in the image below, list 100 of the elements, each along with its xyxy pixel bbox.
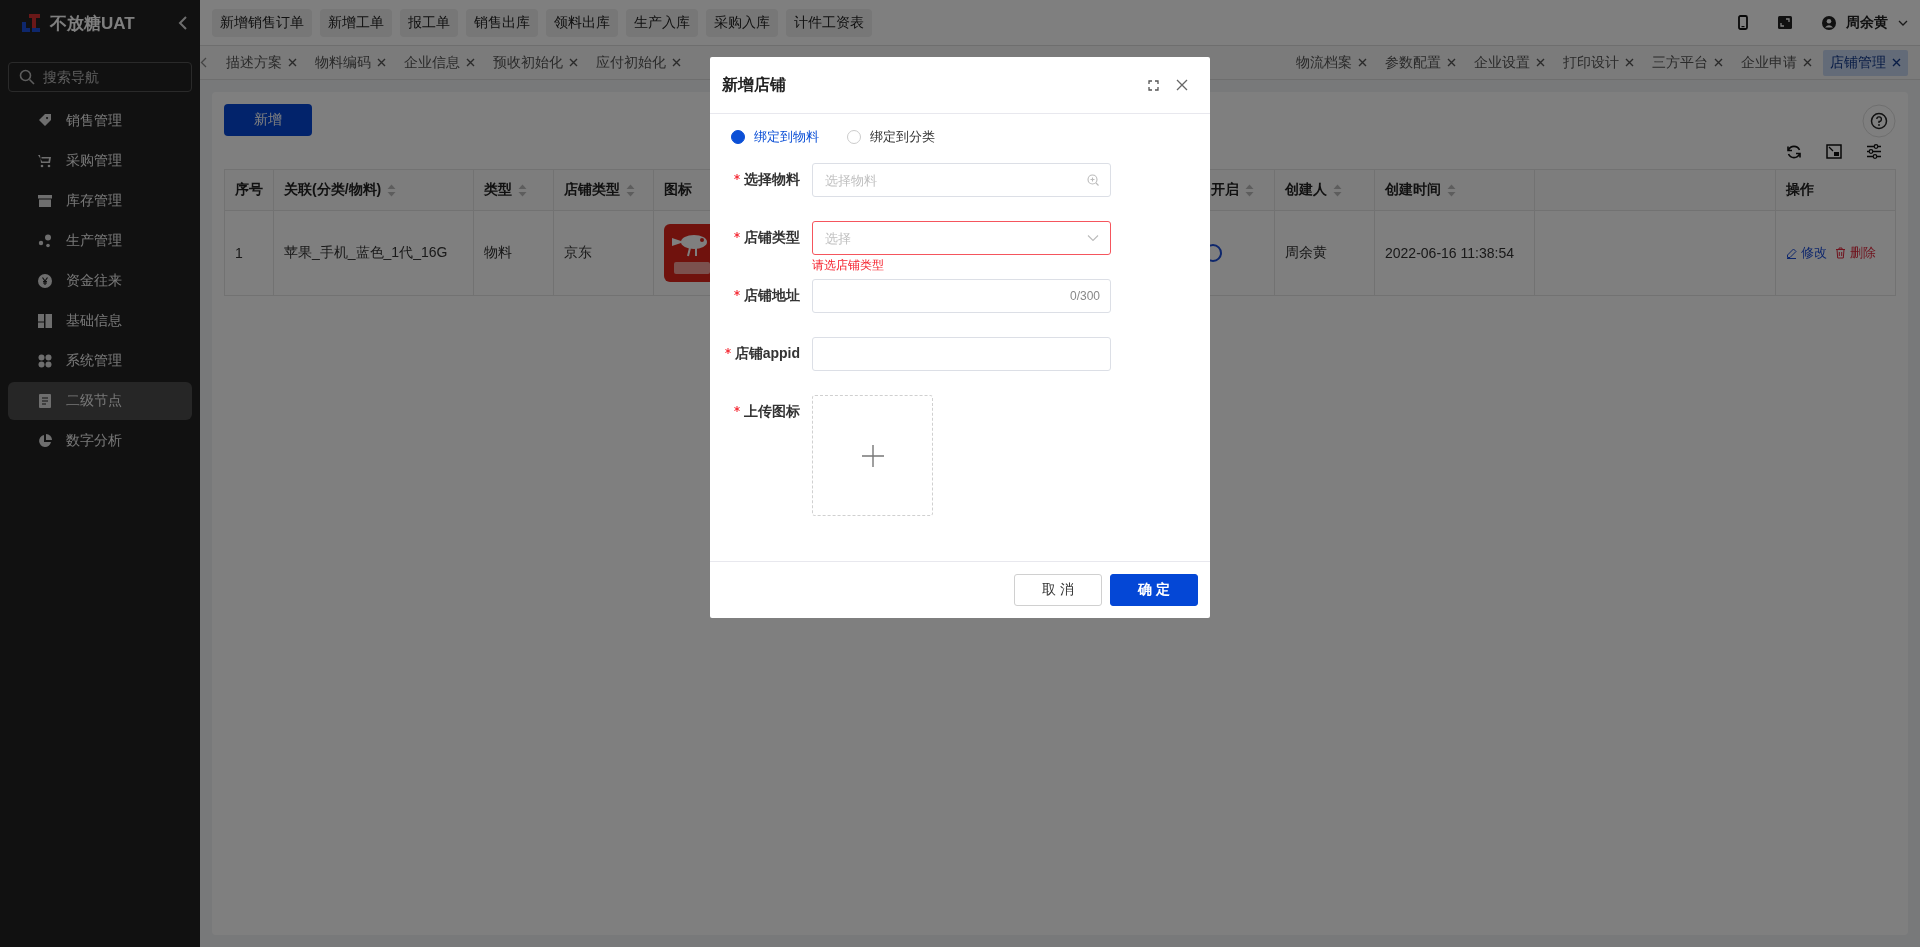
required-icon bbox=[734, 406, 740, 412]
close-icon[interactable] bbox=[288, 58, 297, 67]
phone-icon[interactable] bbox=[1738, 15, 1748, 30]
material-search-field[interactable]: 选择物料 bbox=[812, 163, 1111, 197]
menu-item[interactable]: 系统管理 bbox=[8, 342, 192, 380]
input-field[interactable] bbox=[812, 279, 1111, 313]
close-icon[interactable] bbox=[1536, 58, 1545, 67]
table-cell: 2022-06-16 11:38:54 bbox=[1385, 245, 1514, 261]
dots-icon bbox=[38, 234, 52, 248]
confirm-button[interactable]: 确 定 bbox=[1110, 574, 1198, 606]
tag-icon bbox=[38, 114, 52, 128]
close-icon[interactable] bbox=[1803, 58, 1812, 67]
chevron-down-icon bbox=[1087, 234, 1099, 242]
tab[interactable]: 三方平台 bbox=[1645, 49, 1730, 76]
help-icon[interactable] bbox=[1862, 104, 1896, 138]
user-name[interactable]: 周余黄 bbox=[1846, 13, 1888, 32]
caret-icon[interactable] bbox=[1898, 19, 1908, 26]
close-icon[interactable] bbox=[377, 58, 386, 67]
quick-action-button[interactable]: 销售出库 bbox=[466, 8, 538, 37]
close-icon[interactable] bbox=[1447, 58, 1456, 67]
tab[interactable]: 店铺管理 bbox=[1823, 49, 1908, 76]
cart-icon bbox=[38, 154, 52, 168]
logo-icon bbox=[20, 12, 42, 34]
radio-option[interactable]: 绑定到分类 bbox=[847, 128, 935, 146]
quick-action-button[interactable]: 新增销售订单 bbox=[212, 8, 312, 37]
menu-item[interactable]: 生产管理 bbox=[8, 222, 192, 260]
menu-item[interactable]: 基础信息 bbox=[8, 302, 192, 340]
pie-chart-icon bbox=[38, 434, 52, 448]
field-label: 选择物料 bbox=[744, 171, 800, 189]
column-header: 序号 bbox=[235, 181, 263, 199]
search-field[interactable]: 搜索导航 bbox=[8, 62, 192, 92]
column-header: 创建人 bbox=[1285, 181, 1327, 199]
grid-icon bbox=[38, 354, 52, 368]
tab[interactable]: 企业信息 bbox=[397, 49, 482, 76]
close-icon[interactable] bbox=[569, 58, 578, 67]
column-header: 开启 bbox=[1211, 181, 1239, 199]
column-header: 图标 bbox=[664, 181, 692, 199]
close-icon[interactable] bbox=[1625, 58, 1634, 67]
tab[interactable]: 应付初始化 bbox=[589, 49, 688, 76]
select-field[interactable]: 选择 bbox=[812, 221, 1111, 255]
close-icon[interactable] bbox=[1892, 58, 1901, 67]
tab[interactable]: 描述方案 bbox=[219, 49, 304, 76]
tab[interactable]: 参数配置 bbox=[1378, 49, 1463, 76]
user-avatar-icon[interactable] bbox=[1822, 15, 1836, 30]
menu-item[interactable]: 库存管理 bbox=[8, 182, 192, 220]
quick-action-button[interactable]: 生产入库 bbox=[626, 8, 698, 37]
tab[interactable]: 企业申请 bbox=[1734, 49, 1819, 76]
required-icon bbox=[724, 348, 731, 354]
archive-icon bbox=[38, 194, 52, 208]
quick-action-button[interactable]: 报工单 bbox=[400, 8, 458, 37]
input-field[interactable] bbox=[812, 337, 1111, 371]
add-button[interactable]: 新增 bbox=[224, 104, 312, 136]
quick-action-button[interactable]: 新增工单 bbox=[320, 8, 392, 37]
yen-icon bbox=[38, 274, 52, 288]
collapse-icon[interactable] bbox=[178, 16, 188, 30]
table-cell: 物料 bbox=[484, 244, 512, 262]
table-cell: 1 bbox=[235, 245, 243, 261]
field-label: 上传图标 bbox=[744, 403, 800, 421]
quick-action-button[interactable]: 计件工资表 bbox=[786, 8, 872, 37]
tab[interactable]: 物流档案 bbox=[1289, 49, 1374, 76]
menu-item[interactable]: 销售管理 bbox=[8, 102, 192, 140]
required-icon bbox=[734, 290, 740, 296]
scroll-left-icon[interactable] bbox=[200, 57, 207, 68]
close-icon[interactable] bbox=[1714, 58, 1723, 67]
tab[interactable]: 企业设置 bbox=[1467, 49, 1552, 76]
column-header: 类型 bbox=[484, 181, 512, 199]
column-header: 操作 bbox=[1786, 181, 1814, 199]
cancel-button[interactable]: 取 消 bbox=[1014, 574, 1102, 606]
sliders-icon[interactable] bbox=[1866, 144, 1882, 159]
refresh-icon[interactable] bbox=[1786, 144, 1802, 160]
tab[interactable]: 预收初始化 bbox=[486, 49, 585, 76]
table-cell: 京东 bbox=[564, 244, 592, 262]
edit-link[interactable]: 修改 bbox=[1786, 244, 1827, 262]
close-icon[interactable] bbox=[1358, 58, 1367, 67]
column-header: 店铺类型 bbox=[564, 181, 620, 199]
field-label: 店铺地址 bbox=[744, 287, 800, 305]
menu-item[interactable]: 资金往来 bbox=[8, 262, 192, 300]
screen-icon[interactable] bbox=[1778, 16, 1792, 29]
column-header: 创建时间 bbox=[1385, 181, 1441, 199]
quick-action-button[interactable]: 领料出库 bbox=[546, 8, 618, 37]
fullscreen-icon[interactable] bbox=[1148, 79, 1159, 91]
trash-icon bbox=[1835, 247, 1846, 259]
quick-action-button[interactable]: 采购入库 bbox=[706, 8, 778, 37]
radio-option[interactable]: 绑定到物料 bbox=[731, 128, 819, 146]
table-cell: 苹果_手机_蓝色_1代_16G bbox=[284, 244, 448, 262]
delete-link[interactable]: 删除 bbox=[1835, 244, 1876, 262]
image-icon[interactable] bbox=[1826, 144, 1842, 159]
close-icon[interactable] bbox=[466, 58, 475, 67]
pencil-icon bbox=[1786, 247, 1797, 259]
menu-item[interactable]: 采购管理 bbox=[8, 142, 192, 180]
search-icon bbox=[1087, 174, 1099, 186]
close-icon[interactable] bbox=[1176, 79, 1188, 91]
close-icon[interactable] bbox=[672, 58, 681, 67]
plus-icon bbox=[861, 444, 884, 467]
char-counter: 0/300 bbox=[1069, 289, 1100, 303]
tab[interactable]: 打印设计 bbox=[1556, 49, 1641, 76]
tab[interactable]: 物料编码 bbox=[308, 49, 393, 76]
layout-icon bbox=[38, 314, 52, 328]
menu-item[interactable]: 数字分析 bbox=[8, 422, 192, 460]
dialog-title: 新增店铺 bbox=[722, 74, 786, 95]
